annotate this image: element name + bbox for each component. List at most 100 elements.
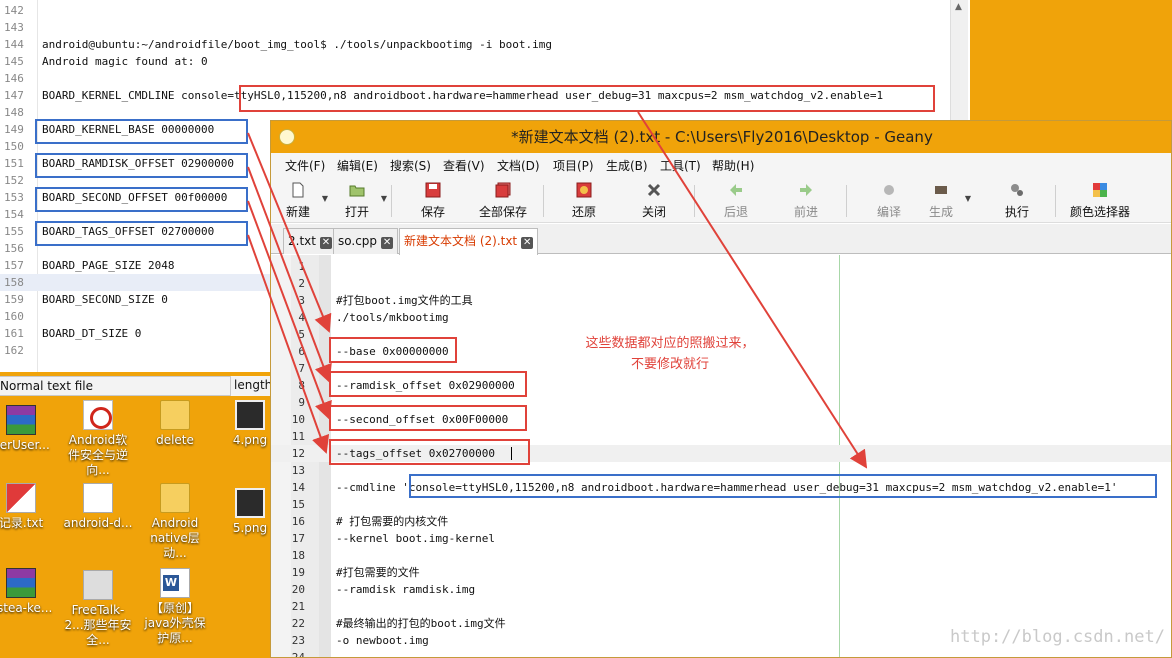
line-number: 3 [298, 294, 305, 307]
line-text: BOARD_SECOND_SIZE 0 [42, 293, 168, 306]
line-text: --tags_offset 0x02700000 [336, 447, 495, 460]
open-button[interactable]: 打开 ▼ [327, 180, 387, 222]
annotation-note-line1: 这些数据都对应的照搬过来， [585, 336, 755, 351]
line-number: 15 [291, 498, 305, 511]
line-text: -o newboot.img [336, 634, 429, 647]
tab-2-txt[interactable]: 2.txt ✕ [283, 228, 337, 254]
desktop-icon[interactable]: perUser... [0, 405, 56, 453]
tab-so-cpp[interactable]: so.cpp ✕ [333, 228, 399, 254]
scroll-up-arrow-icon[interactable]: ▲ [955, 2, 962, 12]
close-tab-icon[interactable]: ✕ [521, 237, 534, 249]
line-text: BOARD_TAGS_OFFSET 02700000 [42, 225, 215, 238]
line-number: 6 [298, 345, 305, 358]
editor-line: 142 [0, 2, 970, 19]
editor-line: 18 [271, 547, 1171, 564]
line-text: --base 0x00000000 [336, 345, 449, 358]
chevron-down-icon[interactable]: ▼ [965, 194, 971, 203]
execute-label: 执行 [1004, 205, 1029, 219]
line-number: 14 [291, 481, 305, 494]
annotation-note-line2: 不要修改就行 [630, 357, 709, 372]
line-number: 155 [4, 225, 24, 238]
editor-line: 20 --ramdisk ramdisk.img [271, 581, 1171, 598]
execute-gears-icon [1011, 184, 1023, 196]
menu-file[interactable]: 文件(F) [285, 157, 325, 174]
line-text: BOARD_SECOND_OFFSET 00f00000 [42, 191, 228, 204]
color-chooser-button[interactable]: 颜色选择器 [1065, 180, 1135, 222]
menu-build[interactable]: 生成(B) [606, 157, 648, 174]
editor-line: 12 --tags_offset 0x02700000 [271, 445, 1171, 462]
menu-view[interactable]: 查看(V) [443, 157, 485, 174]
line-number: 148 [4, 106, 24, 119]
line-number: 21 [291, 600, 305, 613]
menu-document[interactable]: 文档(D) [497, 157, 540, 174]
line-number: 143 [4, 21, 24, 34]
code-editor[interactable]: 1 2 3 #打包boot.img文件的工具 4 ./tools/mkbootimg 5 6-… [271, 255, 1171, 657]
desktop-icon-label: 【原创】java外壳保护原... [144, 601, 206, 645]
text-caret [511, 447, 512, 460]
editor-line: 9 [271, 394, 1171, 411]
editor-line: 17 --kernel boot.img-kernel [271, 530, 1171, 547]
close-tab-icon[interactable]: ✕ [381, 237, 394, 249]
toolbar-separator [694, 185, 695, 217]
desktop-icon[interactable]: 记录.txt [0, 483, 56, 531]
window-title: *新建文本文档 (2).txt - C:\Users\Fly2016\Deskt… [511, 128, 933, 146]
desktop-icon[interactable]: delete [140, 400, 210, 448]
back-button[interactable]: 后退 [706, 180, 766, 222]
build-button[interactable]: 生成 ▼ [911, 180, 971, 222]
editor-line: 24 [271, 649, 1171, 657]
editor-line: 145 Android magic found at: 0 [0, 53, 970, 70]
desktop-icon[interactable]: FreeTalk-2...那些年安全... [63, 570, 133, 648]
line-number: 23 [291, 634, 305, 647]
desktop-icon-label: perUser... [0, 438, 50, 452]
save-all-button[interactable]: 全部保存 [473, 180, 533, 222]
image-icon [235, 488, 265, 518]
folder-icon [160, 400, 190, 430]
editor-line: 19 #打包需要的文件 [271, 564, 1171, 581]
folder-icon [160, 483, 190, 513]
chevron-down-icon[interactable]: ▼ [381, 194, 387, 203]
color-chooser-label: 颜色选择器 [1069, 205, 1130, 219]
build-label: 生成 [928, 205, 953, 219]
toolbar: 新建 ▼ 打开 ▼ 保存 全部保存 还原 关闭 后退 前进 编译 生成 ▼ 执行… [271, 177, 1171, 223]
execute-button[interactable]: 执行 [987, 180, 1047, 222]
editor-line: 11 [271, 428, 1171, 445]
forward-button[interactable]: 前进 [776, 180, 836, 222]
line-number: 158 [4, 276, 24, 289]
document-tabs: 2.txt ✕ so.cpp ✕ 新建文本文档 (2).txt ✕ [271, 224, 1171, 255]
toolbar-separator [846, 185, 847, 217]
menu-tools[interactable]: 工具(T) [660, 157, 701, 174]
close-tab-icon[interactable]: ✕ [319, 237, 332, 249]
tab-new-text-document[interactable]: 新建文本文档 (2).txt ✕ [399, 228, 539, 255]
desktop-icon-label: 4.png [232, 433, 268, 447]
line-text: --kernel boot.img-kernel [336, 532, 495, 545]
winrar-icon [6, 405, 36, 435]
menu-edit[interactable]: 编辑(E) [337, 157, 378, 174]
line-number: 159 [4, 293, 24, 306]
revert-button[interactable]: 还原 [554, 180, 614, 222]
title-bar[interactable]: *新建文本文档 (2).txt - C:\Users\Fly2016\Deskt… [271, 121, 1171, 153]
line-text: Android magic found at: 0 [42, 55, 208, 68]
line-number: 162 [4, 344, 24, 357]
compile-button[interactable]: 编译 [859, 180, 919, 222]
menu-project[interactable]: 项目(P) [553, 157, 594, 174]
line-number: 11 [291, 430, 305, 443]
desktop-icon[interactable]: 【原创】java外壳保护原... [140, 568, 210, 646]
line-text: BOARD_KERNEL_BASE 00000000 [42, 123, 215, 136]
desktop-icon[interactable]: Android软件安全与逆向... [63, 400, 133, 478]
menu-help[interactable]: 帮助(H) [712, 157, 754, 174]
line-number: 7 [298, 362, 305, 375]
line-text: BOARD_DT_SIZE 0 [42, 327, 142, 340]
close-button[interactable]: 关闭 [624, 180, 684, 222]
editor-line: 147 BOARD_KERNEL_CMDLINE console=ttyHSL0,… [0, 87, 970, 104]
menu-search[interactable]: 搜索(S) [390, 157, 431, 174]
pdf-icon [83, 400, 113, 430]
save-button[interactable]: 保存 [403, 180, 463, 222]
desktop-icon[interactable]: Android native层动... [140, 483, 210, 561]
desktop-icon[interactable]: android-d... [63, 483, 133, 531]
line-text: --cmdline 'console=ttyHSL0,115200,n8 and… [336, 481, 1118, 494]
editor-line: 2 [271, 275, 1171, 292]
new-button[interactable]: 新建 ▼ [271, 180, 328, 222]
image-icon [235, 400, 265, 430]
line-number: 161 [4, 327, 24, 340]
desktop-icon[interactable]: ostea-ke... [0, 568, 56, 616]
